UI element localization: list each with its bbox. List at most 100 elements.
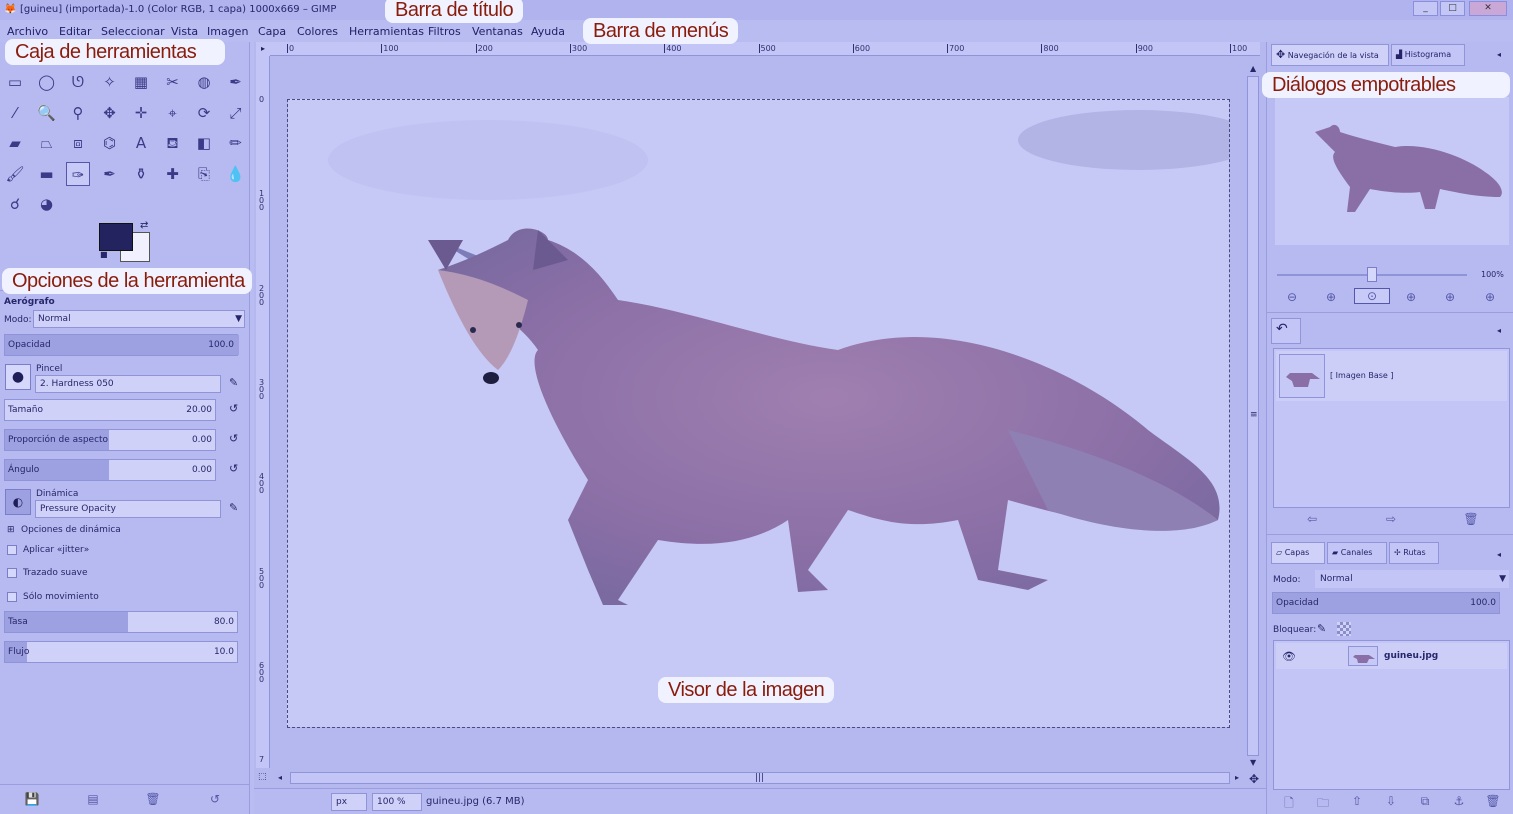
brush-field[interactable]: 2. Hardness 050: [35, 375, 221, 393]
navigate-icon[interactable]: ✥: [1249, 772, 1259, 786]
foreground-select-icon[interactable]: ◍: [192, 70, 216, 94]
blur-icon[interactable]: 💧: [224, 162, 248, 186]
reset-options-icon[interactable]: ↺: [207, 792, 223, 806]
scroll-down-icon[interactable]: ▼: [1250, 758, 1256, 767]
navigation-preview[interactable]: [1275, 97, 1509, 245]
rate-slider[interactable]: Tasa 80.0: [4, 611, 238, 633]
lower-layer-icon[interactable]: ⇩: [1383, 794, 1399, 808]
paintbrush-icon[interactable]: 🖌: [3, 162, 27, 186]
undo-icon[interactable]: ⇦: [1304, 512, 1320, 526]
menu-ayuda[interactable]: Ayuda: [531, 25, 565, 38]
menu-arrow-icon[interactable]: ▸: [256, 42, 270, 56]
tab-menu-icon[interactable]: ◂: [1497, 50, 1501, 59]
swap-colors-icon[interactable]: ⇄: [140, 220, 148, 231]
delete-layer-icon[interactable]: 🗑: [1485, 794, 1501, 808]
unit-select[interactable]: px: [331, 793, 367, 811]
layer-row[interactable]: 👁 guineu.jpg: [1276, 643, 1507, 669]
cage-icon[interactable]: ⌬: [98, 131, 122, 155]
save-options-icon[interactable]: 💾: [24, 792, 40, 806]
color-picker-icon[interactable]: ⁄: [3, 101, 27, 125]
edit-dynamics-icon[interactable]: ✎: [229, 501, 238, 514]
menu-imagen[interactable]: Imagen: [207, 25, 248, 38]
zoom-out-icon[interactable]: ⊖: [1284, 290, 1300, 304]
scroll-up-icon[interactable]: ▲: [1250, 64, 1256, 73]
new-layer-group-icon[interactable]: 🗀: [1315, 794, 1331, 814]
scale-icon[interactable]: ⤢: [224, 101, 248, 125]
flow-slider[interactable]: Flujo 10.0: [4, 641, 238, 663]
scroll-right-icon[interactable]: ▸: [1235, 773, 1239, 782]
menu-colores[interactable]: Colores: [297, 25, 338, 38]
tab-navigation[interactable]: ✥ Navegación de la vista: [1271, 44, 1389, 66]
tab-menu-icon[interactable]: ◂: [1497, 550, 1501, 559]
ellipse-select-icon[interactable]: ◯: [35, 70, 59, 94]
angle-slider[interactable]: Ángulo 0.00: [4, 459, 216, 481]
layer-mode-select[interactable]: Normal ▼: [1315, 570, 1509, 588]
aspect-slider[interactable]: Proporción de aspecto 0.00: [4, 429, 216, 451]
dodge-burn-icon[interactable]: ◕: [35, 192, 59, 216]
bucket-fill-icon[interactable]: ⛾: [161, 131, 185, 155]
shear-icon[interactable]: ▰: [3, 131, 27, 155]
size-slider[interactable]: Tamaño 20.00: [4, 399, 216, 421]
free-select-icon[interactable]: ᘎ: [66, 70, 90, 94]
gradient-icon[interactable]: ◧: [192, 131, 216, 155]
menu-vista[interactable]: Vista: [171, 25, 198, 38]
zoom-one-icon[interactable]: ⊙: [1354, 288, 1390, 304]
delete-options-icon[interactable]: 🗑: [145, 792, 161, 806]
heal-icon[interactable]: ✚: [161, 162, 185, 186]
ink-icon[interactable]: ✒: [98, 162, 122, 186]
reset-angle-icon[interactable]: ↺: [229, 462, 238, 475]
tab-menu-icon[interactable]: ◂: [1497, 326, 1501, 335]
airbrush-icon[interactable]: ✑: [66, 161, 90, 186]
rect-select-icon[interactable]: ▭: [3, 70, 27, 94]
layer-opacity-slider[interactable]: Opacidad 100.0: [1272, 592, 1500, 614]
scroll-left-icon[interactable]: ◂: [278, 773, 282, 782]
brush-preview-icon[interactable]: ●: [5, 364, 31, 390]
raise-layer-icon[interactable]: ⇧: [1349, 794, 1365, 808]
new-layer-icon[interactable]: 🗋: [1281, 794, 1297, 814]
tab-undo-history[interactable]: ↶: [1271, 318, 1301, 344]
zoom-slider-handle[interactable]: [1367, 267, 1377, 282]
zoom-select[interactable]: 100 %: [372, 793, 422, 811]
clear-history-icon[interactable]: 🗑: [1463, 512, 1479, 526]
scissors-icon[interactable]: ✂: [161, 70, 185, 94]
lock-alpha-icon[interactable]: [1337, 622, 1351, 636]
menu-ventanas[interactable]: Ventanas: [472, 25, 523, 38]
dynamics-field[interactable]: Pressure Opacity: [35, 500, 221, 518]
zoom-in-icon[interactable]: ⊕: [1323, 290, 1339, 304]
zoom-icon[interactable]: 🔍: [35, 101, 59, 125]
perspective-clone-icon[interactable]: ⎘: [192, 162, 216, 186]
edit-brush-icon[interactable]: ✎: [229, 376, 238, 389]
restore-options-icon[interactable]: ▤: [85, 792, 101, 806]
tab-layers[interactable]: ▱ Capas: [1271, 542, 1325, 564]
duplicate-layer-icon[interactable]: ⧉: [1417, 794, 1433, 809]
text-icon[interactable]: A: [129, 131, 153, 155]
default-colors-icon[interactable]: ■: [100, 250, 108, 259]
dynamics-options-expander[interactable]: Opciones de dinámica: [21, 525, 121, 535]
smooth-checkbox[interactable]: [7, 568, 17, 578]
perspective-icon[interactable]: ⏢: [35, 131, 59, 155]
dynamics-icon[interactable]: ◐: [5, 489, 31, 515]
color-select-icon[interactable]: ▦: [129, 70, 153, 94]
vertical-ruler[interactable]: 0 1 0 0 2 0 0 3 0 0 4 0 0 5 0 0 6 0 0 7: [256, 56, 270, 768]
menu-editar[interactable]: Editar: [59, 25, 92, 38]
crop-icon[interactable]: ⌖: [161, 101, 185, 125]
quick-mask-icon[interactable]: ⬚: [258, 772, 267, 782]
reset-aspect-icon[interactable]: ↺: [229, 432, 238, 445]
menu-filtros[interactable]: Filtros: [428, 25, 461, 38]
zoom-fill-icon[interactable]: ⊕: [1442, 290, 1458, 304]
pencil-icon[interactable]: ✏: [224, 131, 248, 155]
close-button[interactable]: ✕: [1469, 1, 1507, 16]
rotate-icon[interactable]: ⟳: [192, 101, 216, 125]
eraser-icon[interactable]: ▬: [35, 162, 59, 186]
smudge-icon[interactable]: ☌: [3, 192, 27, 216]
motion-only-checkbox[interactable]: [7, 592, 17, 602]
menu-archivo[interactable]: Archivo: [7, 25, 48, 38]
align-icon[interactable]: ✛: [129, 101, 153, 125]
redo-icon[interactable]: ⇨: [1383, 512, 1399, 526]
tab-paths[interactable]: ✢ Rutas: [1389, 542, 1439, 564]
maximize-button[interactable]: □: [1440, 1, 1465, 16]
zoom-window-icon[interactable]: ⊕: [1482, 290, 1498, 304]
tab-histogram[interactable]: ▟ Histograma: [1391, 44, 1465, 66]
image-canvas[interactable]: [287, 99, 1230, 728]
opacity-slider[interactable]: Opacidad 100.0: [4, 334, 239, 356]
